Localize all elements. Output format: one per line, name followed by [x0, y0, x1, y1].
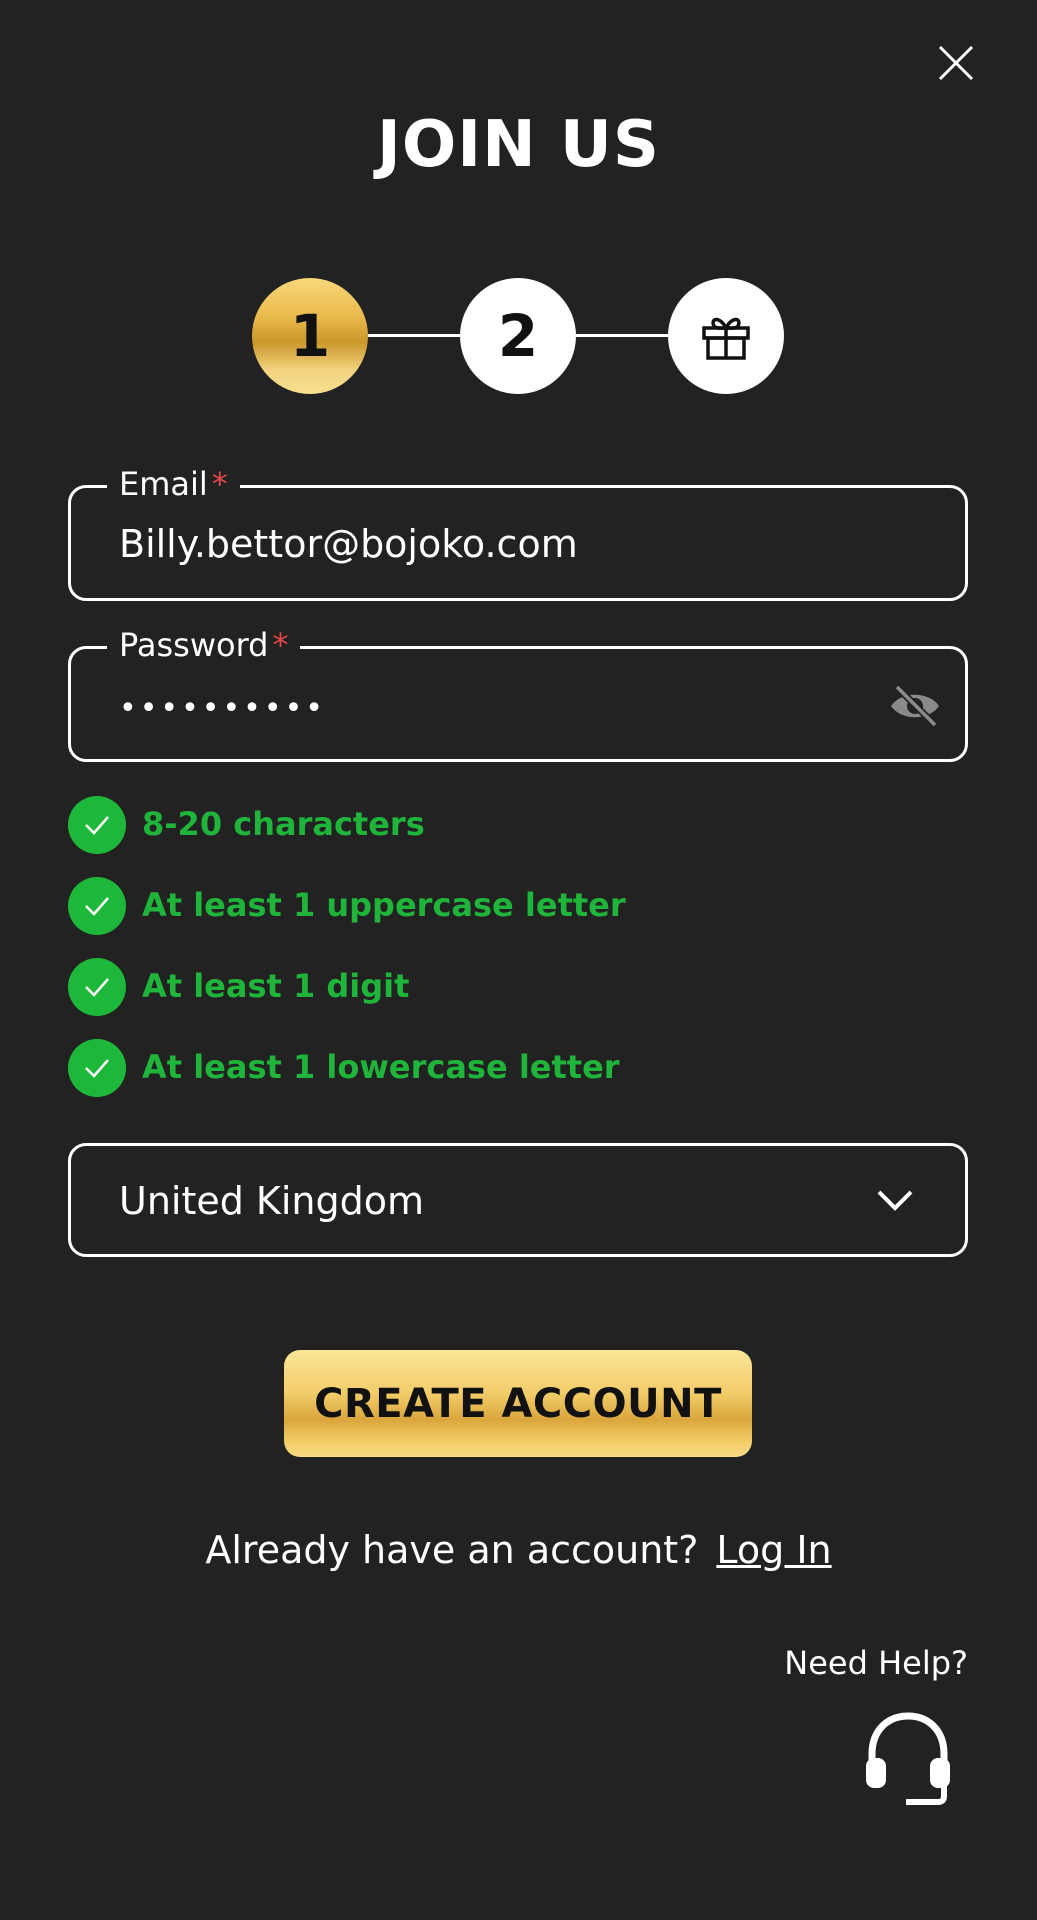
step-connector — [576, 334, 668, 337]
signup-stepper: 1 2 — [252, 278, 784, 394]
check-circle-icon — [68, 796, 126, 854]
gift-icon — [702, 317, 750, 360]
email-input[interactable]: Billy.bettor@bojoko.com — [119, 520, 578, 568]
email-label: Email * — [107, 464, 240, 504]
join-us-modal: JOIN US 1 2 Email * Billy.bettor@bojoko.c… — [0, 0, 1037, 1920]
headset-icon — [866, 1712, 950, 1805]
password-input[interactable]: •••••••••• — [119, 685, 326, 733]
chevron-down-icon — [877, 1190, 913, 1211]
login-prompt: Already have an account? — [205, 1528, 699, 1572]
step-2: 2 — [460, 278, 576, 394]
create-account-button[interactable]: CREATE ACCOUNT — [284, 1350, 752, 1457]
required-marker: * — [272, 626, 289, 664]
country-value: United Kingdom — [119, 1179, 425, 1223]
requirement-item: At least 1 lowercase letter — [68, 1039, 768, 1120]
password-label: Password * — [107, 625, 301, 665]
step-1: 1 — [252, 278, 368, 394]
email-field[interactable]: Email * Billy.bettor@bojoko.com — [68, 464, 968, 601]
required-marker: * — [211, 465, 228, 503]
requirement-text: 8-20 characters — [142, 805, 425, 843]
requirement-text: At least 1 digit — [142, 967, 410, 1005]
requirement-item: At least 1 uppercase letter — [68, 877, 768, 958]
toggle-password-visibility-button[interactable] — [885, 681, 945, 731]
password-requirements: 8-20 characters At least 1 uppercase let… — [68, 796, 768, 1120]
check-circle-icon — [68, 1039, 126, 1097]
eye-slash-icon — [891, 684, 939, 728]
need-help-label: Need Help? — [784, 1644, 968, 1682]
step-connector — [368, 334, 460, 337]
help-button[interactable] — [858, 1708, 958, 1810]
login-link[interactable]: Log In — [716, 1528, 831, 1572]
close-button[interactable] — [926, 38, 986, 88]
requirement-item: 8-20 characters — [68, 796, 768, 877]
country-select[interactable]: United Kingdom — [68, 1143, 968, 1257]
requirement-text: At least 1 lowercase letter — [142, 1048, 620, 1086]
check-circle-icon — [68, 958, 126, 1016]
close-icon — [938, 45, 974, 81]
requirement-item: At least 1 digit — [68, 958, 768, 1039]
password-field[interactable]: Password * •••••••••• — [68, 625, 968, 762]
page-title: JOIN US — [377, 108, 660, 182]
requirement-text: At least 1 uppercase letter — [142, 886, 626, 924]
login-prompt-row: Already have an account? Log In — [0, 1528, 1037, 1572]
step-bonus — [668, 278, 784, 394]
check-circle-icon — [68, 877, 126, 935]
